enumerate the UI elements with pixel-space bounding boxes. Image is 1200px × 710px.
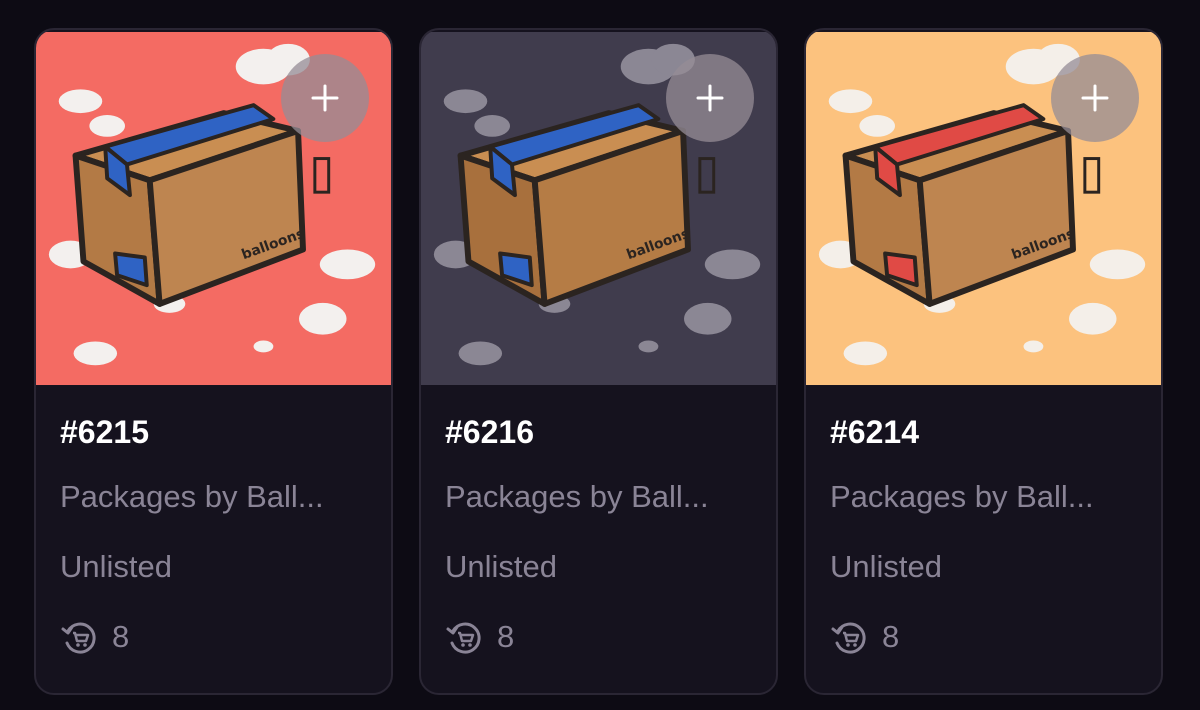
- card-info: #6214 Packages by Ball... Unlisted 8: [806, 387, 1161, 657]
- collection-name[interactable]: Packages by Ball...: [60, 477, 367, 517]
- stats-row: 8: [445, 617, 752, 657]
- trade-count: 8: [497, 619, 515, 654]
- collection-name[interactable]: Packages by Ball...: [445, 477, 752, 517]
- nft-card[interactable]: balloons #6216 Packages by Ball... Unlis…: [419, 28, 778, 695]
- trade-count: 8: [882, 619, 900, 654]
- plus-icon: [696, 84, 724, 112]
- cart-refresh-icon: [61, 622, 96, 654]
- plus-icon: [1081, 84, 1109, 112]
- collection-name[interactable]: Packages by Ball...: [830, 477, 1137, 517]
- nft-image[interactable]: balloons: [421, 30, 776, 387]
- add-to-cart-button[interactable]: [666, 54, 754, 142]
- card-info: #6215 Packages by Ball... Unlisted 8: [36, 387, 391, 657]
- nft-card[interactable]: balloons #6214 Packages by Ball... Unlis…: [804, 28, 1163, 695]
- nft-card-grid: balloons #6215 Packages by Ball... Unlis…: [0, 0, 1200, 710]
- listing-status: Unlisted: [60, 549, 172, 584]
- token-id[interactable]: #6216: [445, 413, 752, 451]
- trade-count: 8: [112, 619, 130, 654]
- nft-image[interactable]: balloons: [806, 30, 1161, 387]
- listing-status: Unlisted: [445, 549, 557, 584]
- plus-icon: [311, 84, 339, 112]
- add-to-cart-button[interactable]: [281, 54, 369, 142]
- stats-row: 8: [830, 617, 1137, 657]
- cart-refresh-icon: [446, 622, 481, 654]
- listing-status: Unlisted: [830, 549, 942, 584]
- token-id[interactable]: #6215: [60, 413, 367, 451]
- nft-card[interactable]: balloons #6215 Packages by Ball... Unlis…: [34, 28, 393, 695]
- nft-image[interactable]: balloons: [36, 30, 391, 387]
- stats-row: 8: [60, 617, 367, 657]
- token-id[interactable]: #6214: [830, 413, 1137, 451]
- cart-refresh-icon: [831, 622, 866, 654]
- add-to-cart-button[interactable]: [1051, 54, 1139, 142]
- card-info: #6216 Packages by Ball... Unlisted 8: [421, 387, 776, 657]
